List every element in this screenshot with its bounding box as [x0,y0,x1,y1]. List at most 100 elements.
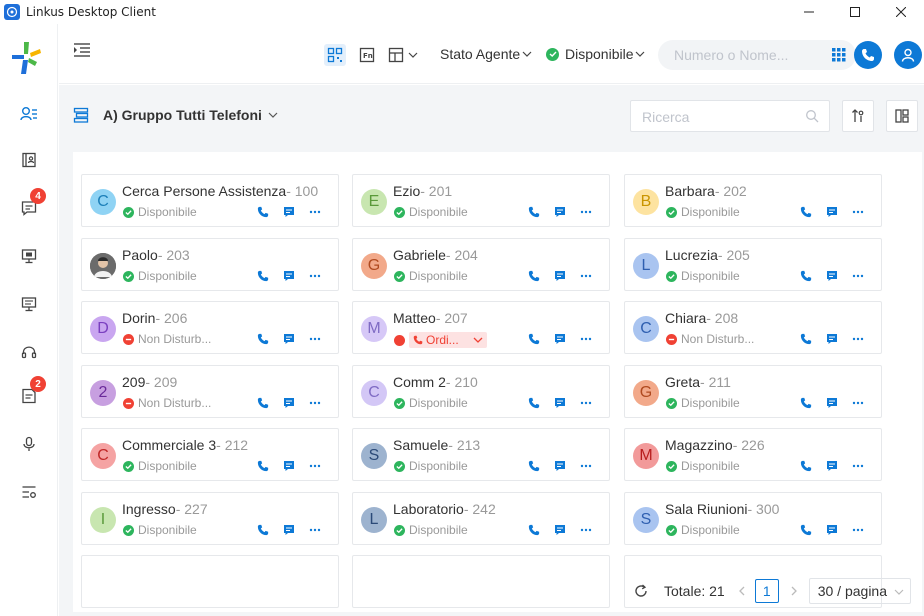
more-options-icon[interactable] [845,205,871,219]
call-contact-icon[interactable] [793,523,819,537]
chat-contact-icon[interactable] [276,269,302,283]
call-contact-icon[interactable] [793,459,819,473]
contact-card[interactable]: B Barbara- 202 Disponibile [624,174,882,227]
chat-contact-icon[interactable] [276,396,302,410]
more-options-icon[interactable] [573,459,599,473]
chat-contact-icon[interactable] [547,332,573,346]
contact-card[interactable]: E Ezio- 201 Disponibile [352,174,610,227]
call-contact-icon[interactable] [521,269,547,283]
chat-contact-icon[interactable] [819,523,845,537]
contact-card[interactable]: I Ingresso- 227 Disponibile [81,492,339,545]
refresh-icon[interactable] [634,584,648,598]
sidebar-item-contacts[interactable] [0,96,58,132]
dial-input[interactable] [674,47,824,63]
chat-contact-icon[interactable] [276,523,302,537]
contact-card[interactable]: 2 209- 209 Non Disturb... [81,365,339,418]
contact-card[interactable]: S Samuele- 213 Disponibile [352,428,610,481]
more-options-icon[interactable] [573,396,599,410]
contact-card-partial[interactable] [81,555,339,608]
chat-contact-icon[interactable] [276,205,302,219]
call-contact-icon[interactable] [250,332,276,346]
chat-contact-icon[interactable] [819,269,845,283]
more-options-icon[interactable] [573,205,599,219]
chat-contact-icon[interactable] [819,205,845,219]
chat-contact-icon[interactable] [276,459,302,473]
call-contact-icon[interactable] [793,332,819,346]
sidebar-item-phonebook[interactable] [0,142,58,178]
maximize-button[interactable] [832,0,878,24]
sidebar-item-voicemail[interactable]: 2 [0,376,58,414]
contact-card[interactable]: G Greta- 211 Disponibile [624,365,882,418]
contact-card[interactable]: L Lucrezia- 205 Disponibile [624,238,882,291]
more-options-icon[interactable] [845,459,871,473]
call-contact-icon[interactable] [521,332,547,346]
contact-card[interactable]: D Dorin- 206 Non Disturb... [81,301,339,354]
more-options-icon[interactable] [845,396,871,410]
call-contact-icon[interactable] [521,523,547,537]
call-contact-icon[interactable] [793,205,819,219]
minimize-button[interactable] [786,0,832,24]
call-contact-icon[interactable] [521,459,547,473]
contact-card[interactable]: M Magazzino- 226 Disponibile [624,428,882,481]
sidebar-item-call-center[interactable] [0,334,58,370]
sidebar-item-chat[interactable]: 4 [0,188,58,226]
contact-card[interactable]: Paolo- 203 Disponibile [81,238,339,291]
more-options-icon[interactable] [845,332,871,346]
chat-contact-icon[interactable] [547,269,573,283]
call-contact-icon[interactable] [250,459,276,473]
call-button[interactable] [854,41,882,69]
more-options-icon[interactable] [302,269,328,283]
page-size-select[interactable]: 30 / pagina [808,578,911,604]
function-keys-button[interactable]: Fn [356,44,378,66]
sidebar-item-recordings[interactable] [0,426,58,462]
layout-dropdown-button[interactable] [388,44,424,66]
call-contact-icon[interactable] [250,269,276,283]
chat-contact-icon[interactable] [819,396,845,410]
chat-contact-icon[interactable] [547,523,573,537]
grid-view-button[interactable] [324,44,346,66]
more-options-icon[interactable] [573,523,599,537]
chat-contact-icon[interactable] [547,205,573,219]
more-options-icon[interactable] [302,523,328,537]
more-options-icon[interactable] [573,269,599,283]
group-selector[interactable]: A) Gruppo Tutti Telefoni [73,103,278,127]
contact-card[interactable]: C Commerciale 3- 212 Disponibile [81,428,339,481]
contact-card-partial[interactable] [352,555,610,608]
call-contact-icon[interactable] [250,396,276,410]
user-profile-button[interactable] [894,41,922,69]
call-contact-icon[interactable] [250,205,276,219]
call-status-dropdown[interactable]: Ordi... [409,332,487,348]
call-contact-icon[interactable] [521,205,547,219]
sidebar-item-settings[interactable] [0,474,58,510]
chat-contact-icon[interactable] [819,332,845,346]
more-options-icon[interactable] [845,523,871,537]
contact-card[interactable]: L Laboratorio- 242 Disponibile [352,492,610,545]
chat-contact-icon[interactable] [547,396,573,410]
call-contact-icon[interactable] [793,396,819,410]
contact-search-input[interactable] [642,109,792,125]
call-contact-icon[interactable] [250,523,276,537]
chevron-right-icon[interactable] [789,586,799,596]
call-contact-icon[interactable] [521,396,547,410]
view-toggle-button[interactable] [886,100,918,132]
close-button[interactable] [878,0,924,24]
sort-button[interactable] [842,100,874,132]
contact-card[interactable]: C Cerca Persone Assistenza- 100 Disponibil… [81,174,339,227]
more-options-icon[interactable] [302,205,328,219]
more-options-icon[interactable] [845,269,871,283]
collapse-sidebar-button[interactable] [73,42,91,63]
sidebar-item-agent-console[interactable] [0,238,58,274]
dialpad-icon[interactable] [832,48,846,62]
more-options-icon[interactable] [302,459,328,473]
agent-status-dropdown[interactable]: Stato Agente [440,46,532,62]
contact-card[interactable]: S Sala Riunioni- 300 Disponibile [624,492,882,545]
more-options-icon[interactable] [302,332,328,346]
more-options-icon[interactable] [302,396,328,410]
contact-card[interactable]: C Comm 2- 210 Disponibile [352,365,610,418]
more-options-icon[interactable] [573,332,599,346]
chat-contact-icon[interactable] [276,332,302,346]
contact-card[interactable]: M Matteo- 207 Ordi... [352,301,610,354]
sidebar-item-queue-panel[interactable] [0,286,58,322]
contact-card[interactable]: C Chiara- 208 Non Disturb... [624,301,882,354]
presence-dropdown[interactable]: Disponibile [546,46,645,62]
